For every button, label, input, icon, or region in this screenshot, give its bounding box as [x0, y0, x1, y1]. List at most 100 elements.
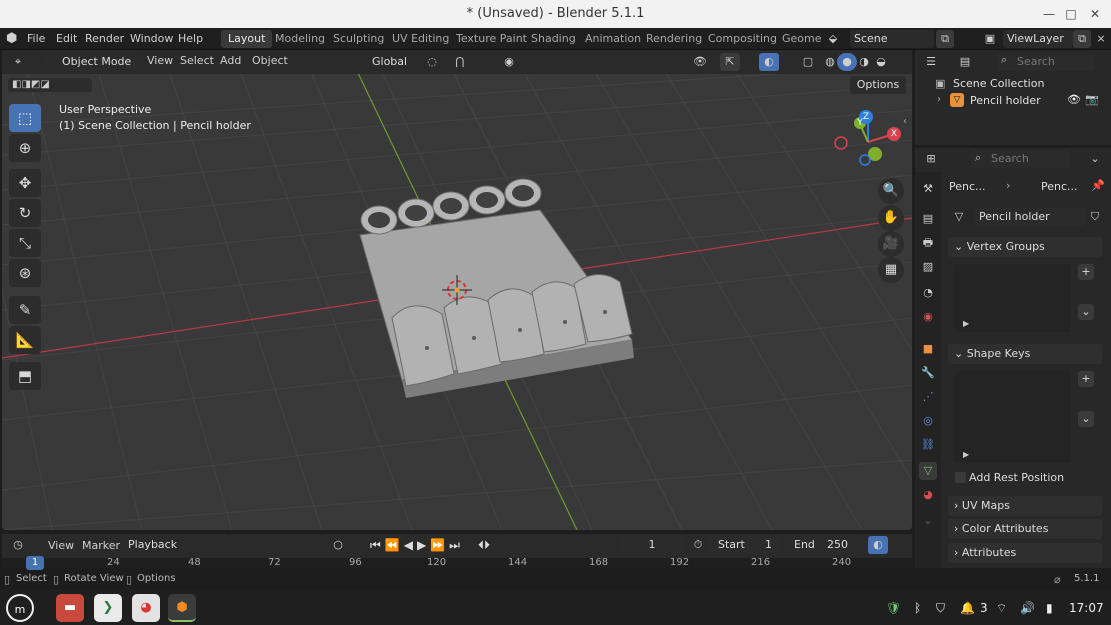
mesh-name-field[interactable]: Pencil holder	[975, 208, 1085, 226]
pencil-holder-object[interactable]	[359, 178, 634, 398]
pin-icon[interactable]: 📌	[1091, 179, 1105, 192]
properties-options-chevron-icon[interactable]: ⌄	[1085, 150, 1105, 168]
move-tool[interactable]: ✥	[9, 169, 41, 197]
stopwatch-icon[interactable]: ⏱	[688, 536, 708, 554]
visibility-eye-icon[interactable]: 👁	[1067, 93, 1081, 106]
viewport-menu-add[interactable]: Add	[220, 54, 241, 67]
keyframe-record-icon[interactable]: ○	[328, 536, 348, 554]
select-box-tool[interactable]: ⬚	[9, 104, 41, 132]
tab-uv-editing[interactable]: UV Editing	[385, 30, 456, 48]
tab-animation[interactable]: Animation	[578, 30, 648, 48]
tab-layout[interactable]: Layout	[221, 30, 273, 48]
outliner-object-label[interactable]: Pencil holder	[970, 94, 1041, 107]
color-attributes-header[interactable]: › Color Attributes	[948, 519, 1102, 539]
timeline-editor-icon[interactable]: ◷	[8, 536, 28, 554]
shape-keys-list[interactable]	[955, 371, 1071, 463]
gizmo-x-label[interactable]: X	[887, 127, 901, 141]
minimize-button[interactable]: —	[1040, 5, 1058, 23]
tab-geometry-nodes[interactable]: Geome	[775, 30, 829, 48]
notifications-icon[interactable]: 🔔	[960, 601, 975, 615]
maximize-button[interactable]: □	[1062, 5, 1080, 23]
mint-menu-icon[interactable]: m	[6, 594, 34, 622]
cursor-tool[interactable]: ⊕	[9, 134, 41, 162]
view-layer-icon[interactable]: ▣	[980, 30, 1000, 48]
modifier-tab-icon[interactable]: 🔧	[919, 364, 937, 382]
gizmo-y-label[interactable]: Y	[853, 116, 867, 130]
view-layer-selector[interactable]: ViewLayer	[1003, 30, 1073, 48]
render-camera-icon[interactable]: 📷	[1085, 93, 1099, 106]
proportional-edit-icon[interactable]: ◉	[499, 53, 519, 71]
snap-icon[interactable]: ⋂	[450, 53, 470, 71]
uv-maps-header[interactable]: › UV Maps	[948, 496, 1102, 516]
scene-collection-label[interactable]: Scene Collection	[953, 77, 1044, 90]
fake-user-shield-icon[interactable]: ⛉	[1085, 208, 1105, 226]
add-cube-tool[interactable]: ⬒	[9, 362, 41, 390]
physics-tab-icon[interactable]: ◎	[919, 412, 937, 430]
tab-shading[interactable]: Shading	[524, 30, 583, 48]
world-tab-icon[interactable]: ◉	[919, 308, 937, 326]
shape-key-menu-icon[interactable]: ⌄	[1078, 411, 1094, 427]
close-button[interactable]: ✕	[1086, 5, 1104, 23]
object-tab-icon[interactable]: ■	[919, 340, 937, 358]
tab-sculpting[interactable]: Sculpting	[326, 30, 391, 48]
material-tab-icon[interactable]: ◕	[919, 486, 937, 504]
attributes-header[interactable]: › Attributes	[948, 543, 1102, 563]
timeline-menu-view[interactable]: View	[48, 539, 74, 552]
list-expand-icon[interactable]: ▶	[963, 450, 969, 459]
blender-app-icon[interactable]: ⬢	[168, 594, 196, 622]
viewport-menu-view[interactable]: View	[147, 54, 173, 67]
outliner-search-input[interactable]: Search	[997, 53, 1095, 71]
tab-texture-paint[interactable]: Texture Paint	[449, 30, 534, 48]
start-frame-field[interactable]: Start 1	[708, 536, 780, 554]
mesh-data-tab-icon[interactable]: ▽	[919, 462, 937, 480]
camera-view-icon[interactable]: 🎥	[878, 231, 904, 257]
terminal-app-icon[interactable]: ❯	[94, 594, 122, 622]
scene-tab-icon[interactable]: ◔	[919, 284, 937, 302]
expand-chevron-icon[interactable]: ›	[937, 94, 941, 105]
viewport-menu-select[interactable]: Select	[180, 54, 214, 67]
properties-search-input[interactable]: Search	[971, 150, 1069, 168]
update-manager-icon[interactable]: 🛡	[886, 601, 901, 615]
timeline-menu-marker[interactable]: Marker	[82, 539, 120, 552]
ortho-grid-icon[interactable]: ▦	[878, 257, 904, 283]
vertex-groups-header[interactable]: ⌄ Vertex Groups	[948, 237, 1102, 257]
xray-icon[interactable]: ▢	[798, 53, 818, 71]
menu-render[interactable]: Render	[85, 32, 124, 45]
menu-help[interactable]: Help	[178, 32, 203, 45]
add-rest-position-checkbox[interactable]	[955, 472, 966, 483]
transform-tool[interactable]: ⊛	[9, 259, 41, 287]
tab-compositing[interactable]: Compositing	[701, 30, 784, 48]
pivot-icon[interactable]: ◌	[422, 53, 442, 71]
more-tabs-chevron-icon[interactable]: ⌄	[919, 512, 937, 530]
zoom-icon[interactable]: 🔍	[878, 178, 904, 204]
breadcrumb-object[interactable]: Penc...	[949, 180, 986, 193]
view-layer-tab-icon[interactable]: ▨	[919, 258, 937, 276]
tab-modeling[interactable]: Modeling	[268, 30, 332, 48]
clock[interactable]: 17:07	[1069, 601, 1104, 615]
files-app-icon[interactable]: ▬	[56, 594, 84, 622]
constraints-tab-icon[interactable]: ⛓	[919, 436, 937, 454]
playhead[interactable]: 1	[26, 556, 44, 570]
vertex-group-menu-icon[interactable]: ⌄	[1078, 304, 1094, 320]
tab-rendering[interactable]: Rendering	[639, 30, 709, 48]
end-frame-field[interactable]: End 250	[784, 536, 856, 554]
display-mode-icon[interactable]: ▤	[955, 53, 975, 71]
volume-icon[interactable]: 🔊	[1020, 601, 1035, 615]
mesh-data-icon[interactable]: ▽	[949, 208, 969, 226]
transform-orientation[interactable]: Global	[350, 53, 414, 71]
shape-keys-header[interactable]: ⌄ Shape Keys	[948, 344, 1102, 364]
shield-icon[interactable]: ⛉	[936, 601, 945, 616]
overlays-icon[interactable]: ◐	[759, 53, 779, 71]
render-tab-icon[interactable]: ▤	[919, 210, 937, 228]
chrome-app-icon[interactable]: ◕	[132, 594, 160, 622]
tool-tab-icon[interactable]: ⚒	[919, 180, 937, 198]
mode-selector[interactable]: Object Mode	[44, 53, 136, 71]
new-view-layer-icon[interactable]: ⧉	[1073, 30, 1091, 48]
remove-view-layer-icon[interactable]: ⨯	[1092, 30, 1110, 48]
viewport-menu-object[interactable]: Object	[252, 54, 288, 67]
blender-logo-icon[interactable]: ⬢	[6, 31, 17, 46]
rotate-tool[interactable]: ↻	[9, 199, 41, 227]
playback-controls[interactable]: ⏮⏪◀▶⏩⏭	[370, 538, 464, 553]
menu-file[interactable]: File	[27, 32, 45, 45]
add-shape-key-button[interactable]: +	[1078, 371, 1094, 387]
